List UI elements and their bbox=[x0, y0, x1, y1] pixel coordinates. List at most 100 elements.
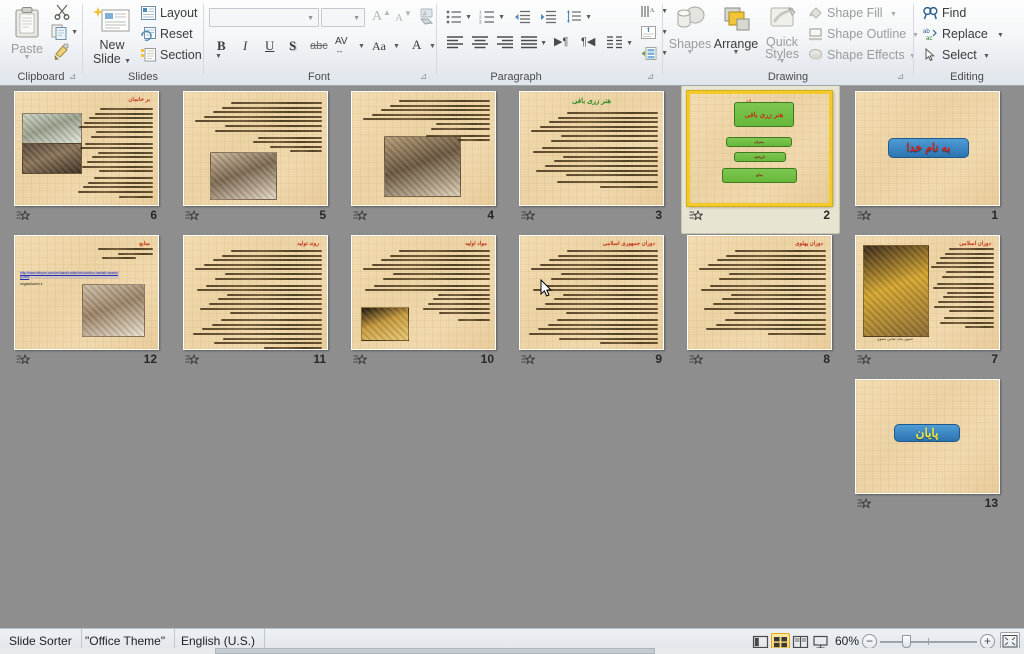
reset-button[interactable]: Reset bbox=[139, 24, 193, 44]
menu-item-1-shape[interactable]: معرفی bbox=[726, 136, 792, 147]
columns-button[interactable]: ▼ bbox=[605, 32, 635, 54]
drawing-dialog-launcher[interactable]: ⊿ bbox=[895, 71, 906, 82]
slide-thumbnail-10[interactable]: مواد اولیه 10 bbox=[351, 235, 496, 372]
slide-thumbnail-2[interactable]: هنر زری بافیهنر زری بافیمعرفیتاریخچهمناب… bbox=[681, 86, 840, 234]
justify-button[interactable]: ▼ bbox=[519, 32, 549, 54]
shapes-button[interactable]: Shapes ▼ bbox=[668, 4, 712, 62]
bold-button[interactable]: B bbox=[211, 36, 232, 57]
menu-title-shape[interactable]: هنر زری بافی bbox=[733, 102, 795, 128]
slide-transition-star-icon[interactable] bbox=[185, 353, 200, 366]
slide-transition-star-icon[interactable] bbox=[689, 353, 704, 366]
slide-frame[interactable]: هنر زری بافی bbox=[519, 91, 664, 206]
numbering-button[interactable]: 123 ▼ bbox=[477, 6, 507, 28]
bismillah-banner-shape[interactable]: به نام خدا bbox=[887, 138, 970, 158]
justify-icon bbox=[521, 36, 537, 49]
slide-frame[interactable]: مواد اولیه bbox=[351, 235, 496, 350]
cut-button[interactable] bbox=[49, 2, 75, 21]
align-right-button[interactable] bbox=[494, 32, 518, 54]
slide-sorter-pane[interactable]: بر خانمان654هنر زری بافی3هنر زری بافیهنر… bbox=[0, 86, 1024, 628]
slide-transition-star-icon[interactable] bbox=[689, 209, 704, 222]
horizontal-scrollbar[interactable] bbox=[0, 648, 1024, 654]
horizontal-scrollbar-thumb[interactable] bbox=[215, 648, 655, 654]
slide-thumbnail-11[interactable]: روند تولید 11 bbox=[183, 235, 328, 372]
slide-frame[interactable]: دوران جمهوری اسلامی bbox=[519, 235, 664, 350]
line-spacing-button[interactable]: ▼ bbox=[564, 6, 594, 28]
format-painter-button[interactable] bbox=[49, 42, 75, 61]
slide-thumbnail-13[interactable]: پایان 13 bbox=[855, 379, 1000, 516]
paragraph-dialog-launcher[interactable]: ⊿ bbox=[645, 71, 656, 82]
right-to-left-button[interactable]: ¶◀ bbox=[578, 32, 603, 54]
slide-transition-star-icon[interactable] bbox=[521, 209, 536, 222]
select-button[interactable]: Select ▼ bbox=[921, 45, 993, 65]
zoom-out-button[interactable]: − bbox=[862, 634, 877, 649]
menu-item-2-shape[interactable]: تاریخچه bbox=[733, 151, 786, 162]
slide-thumbnail-6[interactable]: بر خانمان 6 bbox=[14, 91, 159, 228]
slide-frame[interactable]: هنر زری بافیهنر زری بافیمعرفیتاریخچهمناب… bbox=[687, 91, 832, 206]
slide-thumbnail-7[interactable]: دوران اسلامی تصویر شاه عباس صفوی 7 bbox=[855, 235, 1000, 372]
underline-button[interactable]: U bbox=[259, 36, 280, 57]
shape-effects-button[interactable]: Shape Effects ▼ bbox=[806, 45, 916, 65]
slide-body-text bbox=[75, 248, 153, 257]
strikethrough-button[interactable]: abc bbox=[307, 36, 331, 57]
new-slide-button[interactable]: New Slide ▼ bbox=[88, 4, 136, 66]
slide-transition-star-icon[interactable] bbox=[857, 497, 872, 510]
slide-thumbnail-3[interactable]: هنر زری بافی 3 bbox=[519, 91, 664, 228]
slide-transition-star-icon[interactable] bbox=[521, 353, 536, 366]
slide-thumbnail-9[interactable]: دوران جمهوری اسلامی 9 bbox=[519, 235, 664, 372]
font-name-combo[interactable]: ▼ bbox=[209, 8, 319, 27]
paste-button[interactable]: Paste ▼ bbox=[5, 4, 49, 62]
slide-transition-star-icon[interactable] bbox=[185, 209, 200, 222]
slide-thumbnail-12[interactable]: منابع http://www.tebyan.com/an/handicraft… bbox=[14, 235, 159, 372]
decrease-indent-button[interactable] bbox=[511, 6, 535, 28]
slide-frame[interactable]: دوران پهلوی bbox=[687, 235, 832, 350]
source-hyperlink[interactable]: http://www.tebyan.com/an/handicrafts/int… bbox=[20, 270, 119, 280]
clipboard-dialog-launcher[interactable]: ⊿ bbox=[67, 71, 78, 82]
zoom-in-button[interactable]: + bbox=[980, 634, 995, 649]
slide-frame[interactable]: پایان bbox=[855, 379, 1000, 494]
slide-frame[interactable]: دوران اسلامی تصویر شاه عباس صفوی bbox=[855, 235, 1000, 350]
slide-transition-star-icon[interactable] bbox=[353, 353, 368, 366]
slide-frame[interactable]: بر خانمان bbox=[14, 91, 159, 206]
slide-thumbnail-4[interactable]: 4 bbox=[351, 91, 496, 228]
shape-fill-button[interactable]: Shape Fill ▼ bbox=[806, 3, 904, 23]
font-color-button[interactable]: A ▼ bbox=[409, 36, 439, 57]
font-size-combo[interactable]: ▼ bbox=[321, 8, 365, 27]
grow-font-button[interactable]: A ▲ bbox=[368, 7, 391, 28]
change-case-button[interactable]: Aa ▼ bbox=[369, 36, 403, 57]
slide-transition-star-icon[interactable] bbox=[16, 209, 31, 222]
slide-thumbnail-5[interactable]: 5 bbox=[183, 91, 328, 228]
slide-transition-star-icon[interactable] bbox=[16, 353, 31, 366]
slide-thumbnail-8[interactable]: دوران پهلوی 8 bbox=[687, 235, 832, 372]
bullets-button[interactable]: ▼ bbox=[444, 6, 474, 28]
end-banner-shape[interactable]: پایان bbox=[893, 423, 961, 443]
layout-button[interactable]: Layout ▼ bbox=[139, 3, 215, 23]
slide-body-text bbox=[192, 250, 322, 349]
slide-thumbnail-1[interactable]: به نام خدا 1 bbox=[855, 91, 1000, 228]
shape-outline-button[interactable]: Shape Outline ▼ bbox=[806, 24, 919, 44]
slide-frame[interactable] bbox=[183, 91, 328, 206]
align-left-button[interactable] bbox=[444, 32, 468, 54]
slide-frame[interactable]: منابع http://www.tebyan.com/an/handicraft… bbox=[14, 235, 159, 350]
arrange-button[interactable]: Arrange ▼ bbox=[712, 4, 760, 62]
character-spacing-button[interactable]: AV ↔ ▼ bbox=[333, 36, 367, 57]
increase-indent-button[interactable] bbox=[537, 6, 561, 28]
slide-frame[interactable] bbox=[351, 91, 496, 206]
find-button[interactable]: Find bbox=[921, 3, 985, 23]
align-center-button[interactable] bbox=[469, 32, 493, 54]
italic-button[interactable]: I bbox=[235, 36, 256, 57]
text-line bbox=[374, 284, 490, 287]
shrink-font-button[interactable]: A ▼ bbox=[391, 7, 413, 28]
text-shadow-button[interactable]: S bbox=[283, 36, 304, 57]
left-to-right-button[interactable]: ▶¶ bbox=[551, 32, 576, 54]
replace-button[interactable]: ab ac Replace ▼ bbox=[921, 24, 1005, 44]
menu-item-3-shape[interactable]: منابع bbox=[721, 167, 798, 183]
slide-frame[interactable]: به نام خدا bbox=[855, 91, 1000, 206]
slide-frame[interactable]: روند تولید bbox=[183, 235, 328, 350]
slide-transition-star-icon[interactable] bbox=[857, 353, 872, 366]
zoom-slider-thumb[interactable] bbox=[902, 635, 911, 648]
quick-styles-button[interactable]: Quick Styles ▼ bbox=[760, 4, 804, 66]
copy-button[interactable]: ▼ bbox=[49, 22, 82, 41]
slide-transition-star-icon[interactable] bbox=[857, 209, 872, 222]
slide-transition-star-icon[interactable] bbox=[353, 209, 368, 222]
section-button[interactable]: Section ▼ bbox=[139, 45, 222, 65]
